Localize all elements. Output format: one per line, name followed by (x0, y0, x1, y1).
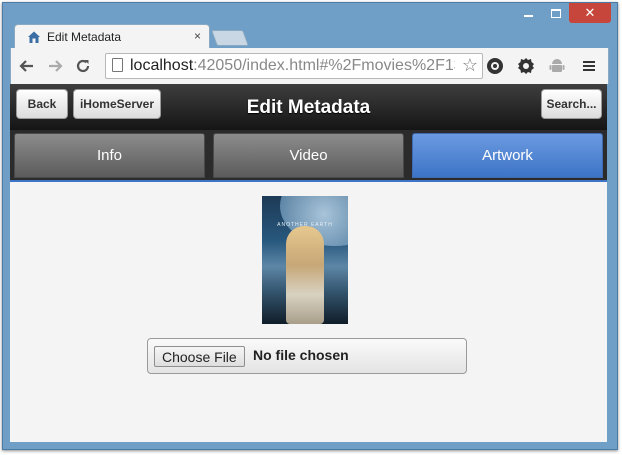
maximize-button[interactable] (543, 3, 569, 23)
bookmark-star-icon[interactable]: ☆ (462, 55, 478, 76)
minimize-button[interactable] (515, 3, 541, 23)
reload-icon[interactable] (73, 56, 93, 76)
tab-title: Edit Metadata (47, 30, 122, 44)
close-window-button[interactable]: ✕ (569, 3, 611, 23)
close-icon: ✕ (584, 5, 596, 20)
tab-artwork[interactable]: Artwork (412, 133, 603, 178)
new-tab-button[interactable] (211, 30, 249, 46)
page-icon (112, 58, 123, 72)
tab-video[interactable]: Video (213, 133, 404, 178)
file-upload-field[interactable]: Choose File No file chosen (147, 338, 467, 374)
gear-icon[interactable] (516, 56, 536, 76)
home-icon (28, 31, 40, 43)
browser-tab[interactable]: Edit Metadata × (14, 24, 210, 49)
page-title: Edit Metadata (246, 97, 371, 118)
forward-arrow-icon[interactable] (45, 56, 65, 76)
address-bar[interactable]: localhost:42050/index.html#%2Fmovies%2F1… (105, 53, 483, 79)
extension-icon[interactable] (485, 56, 505, 76)
choose-file-button[interactable]: Choose File (154, 346, 245, 367)
search-button[interactable]: Search... (541, 89, 602, 119)
tab-info[interactable]: Info (14, 133, 205, 178)
url-text: localhost:42050/index.html#%2Fmovies%2F1… (130, 57, 455, 74)
file-status-text: No file chosen (253, 347, 349, 363)
app-header: Back iHomeServer Edit Metadata Search... (10, 84, 607, 130)
navbar: Info Video Artwork (10, 130, 607, 180)
minimize-icon (523, 15, 533, 17)
maximize-icon (551, 8, 561, 18)
android-icon[interactable] (547, 56, 567, 76)
menu-icon[interactable] (579, 56, 599, 76)
browser-toolbar: localhost:42050/index.html#%2Fmovies%2F1… (10, 48, 609, 84)
artwork-panel: ANOTHER EARTH Choose File No file chosen (10, 180, 607, 442)
tab-close-icon[interactable]: × (194, 29, 201, 43)
back-arrow-icon[interactable] (17, 56, 37, 76)
poster-figure (286, 226, 324, 324)
movie-poster-image: ANOTHER EARTH (262, 196, 348, 324)
